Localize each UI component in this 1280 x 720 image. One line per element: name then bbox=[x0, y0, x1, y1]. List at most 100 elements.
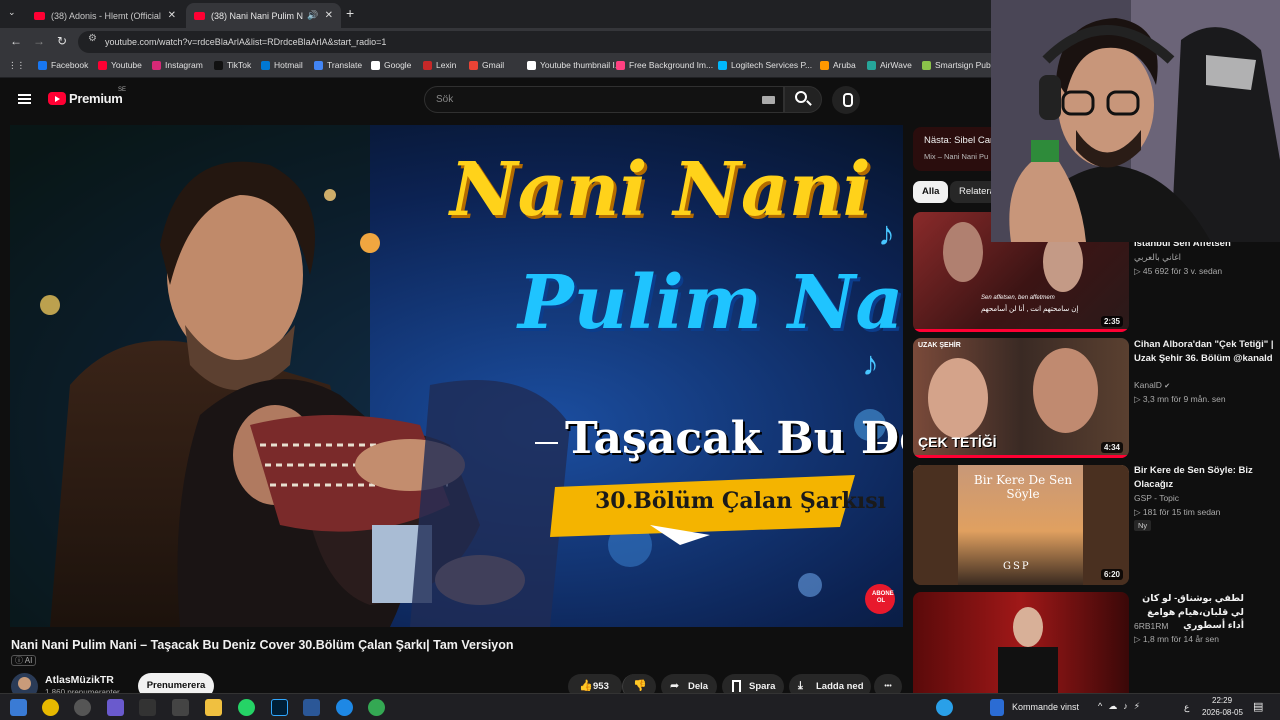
bookmark-favicon-icon bbox=[214, 60, 223, 70]
whatsapp-icon[interactable] bbox=[238, 699, 255, 716]
app3-icon[interactable] bbox=[303, 699, 320, 716]
close-icon[interactable]: ✕ bbox=[168, 10, 176, 21]
bookmark-item[interactable]: Translate bbox=[314, 60, 362, 70]
keyboard-icon[interactable] bbox=[762, 96, 775, 104]
youtube-logo-icon[interactable] bbox=[48, 92, 66, 105]
bookmark-favicon-icon bbox=[152, 60, 161, 70]
apps-icon[interactable]: ⋮⋮ bbox=[8, 60, 25, 71]
bookmark-favicon-icon bbox=[38, 60, 47, 70]
bookmark-item[interactable]: Lexin bbox=[423, 60, 456, 70]
bookmark-item[interactable]: Free Background Im... bbox=[616, 60, 713, 70]
rec-thumbnail-4[interactable] bbox=[913, 592, 1129, 693]
url-field[interactable]: youtube.com/watch?v=rdceBlaArlA&list=RDr… bbox=[78, 31, 1028, 53]
premium-logo-text[interactable]: Premium bbox=[69, 91, 123, 106]
microphone-icon[interactable] bbox=[832, 86, 860, 114]
thumb-line1: Nani Nani bbox=[450, 147, 871, 233]
video-player[interactable]: ♪ ♪ Nani Nani Pulim Nani Taşacak Bu Deni… bbox=[10, 125, 903, 627]
rec-2-toptext: UZAK ŞEHİR bbox=[918, 342, 961, 349]
tab-nani-nani[interactable]: (38) Nani Nani Pulim Nani 🔊 ✕ bbox=[186, 3, 341, 28]
bookmark-label: Logitech Services P... bbox=[731, 60, 813, 70]
taskbar-notification[interactable]: Kommande vinst bbox=[1012, 702, 1079, 712]
bookmark-label: Google bbox=[384, 60, 412, 70]
tab-search-icon[interactable]: ⌄ bbox=[8, 7, 16, 18]
bookmark-favicon-icon bbox=[423, 60, 432, 70]
rec-title-3[interactable]: Bir Kere de Sen Söyle: Biz Olacağız bbox=[1134, 464, 1274, 491]
rec-channel-4[interactable]: 6RB1RM bbox=[1134, 621, 1168, 631]
photoshop-icon[interactable] bbox=[271, 699, 288, 716]
notification-icon[interactable]: ▤ bbox=[1253, 700, 1263, 713]
taskbar-time[interactable]: 22:29 bbox=[1212, 696, 1232, 705]
duration-badge: 4:34 bbox=[1100, 442, 1123, 453]
svg-text:♪: ♪ bbox=[862, 345, 879, 383]
ai-badge[interactable]: ⓘ AI bbox=[11, 655, 37, 666]
bookmark-label: Translate bbox=[327, 60, 363, 70]
next-up-sub: Mix – Nani Nani Pu bbox=[924, 152, 989, 161]
bookmark-label: Smartsign Publi bbox=[935, 60, 995, 70]
bookmark-item[interactable]: Facebook bbox=[38, 60, 88, 70]
back-button[interactable]: ← bbox=[10, 34, 22, 48]
bookmark-label: Instagram bbox=[165, 60, 203, 70]
bookmark-label: Youtube thumbnail I... bbox=[540, 60, 622, 70]
bookmark-favicon-icon bbox=[261, 60, 270, 70]
bookmark-item[interactable]: Youtube bbox=[98, 60, 142, 70]
verified-icon: ✔ bbox=[1164, 383, 1171, 390]
search-input[interactable]: Sök bbox=[424, 86, 784, 113]
rec-title-2[interactable]: Cihan Albora'dan "Çek Tetiği" | Uzak Şeh… bbox=[1134, 338, 1274, 365]
bookmark-item[interactable]: Instagram bbox=[152, 60, 203, 70]
reload-button[interactable]: ↻ bbox=[57, 34, 67, 48]
bookmark-favicon-icon bbox=[469, 60, 478, 70]
bookmark-item[interactable]: Youtube thumbnail I... bbox=[527, 60, 622, 70]
rec-1-caption1: Sen affetsen, ben affetmem bbox=[981, 295, 1055, 301]
chip-all[interactable]: Alla bbox=[913, 181, 949, 203]
app2-icon[interactable] bbox=[172, 699, 189, 716]
next-up-label: Nästa: Sibel Can bbox=[924, 135, 996, 146]
youtube-favicon-icon bbox=[34, 11, 45, 20]
bookmark-item[interactable]: Hotmail bbox=[261, 60, 303, 70]
video-title: Nani Nani Pulim Nani – Taşacak Bu Deniz … bbox=[11, 638, 514, 652]
app4-icon[interactable] bbox=[336, 699, 353, 716]
obs-icon[interactable] bbox=[74, 699, 91, 716]
bookmark-item[interactable]: TikTok bbox=[214, 60, 251, 70]
chrome2-icon[interactable] bbox=[368, 699, 385, 716]
rec-thumbnail-3[interactable]: Bir Kere De Sen Söyle GSP 6:20 bbox=[913, 465, 1129, 585]
rec-channel-1[interactable]: اغاني بالعربي bbox=[1134, 252, 1181, 263]
bookmark-item[interactable]: Aruba bbox=[820, 60, 856, 70]
discord-icon[interactable] bbox=[107, 699, 124, 716]
thumb-line4: 30.Bölüm Çalan Şarkısı bbox=[595, 488, 886, 514]
bookmark-favicon-icon bbox=[616, 60, 625, 70]
bookmark-item[interactable]: Logitech Services P... bbox=[718, 60, 812, 70]
rec-channel-2[interactable]: KanalD ✔ bbox=[1134, 380, 1170, 390]
speaker-icon[interactable]: 🔊 bbox=[307, 10, 318, 21]
bookmark-label: Hotmail bbox=[274, 60, 303, 70]
windows-start-icon[interactable] bbox=[10, 699, 27, 716]
tab-adonis[interactable]: (38) Adonis - Hlemt (Official Vi ✕ bbox=[26, 3, 184, 28]
rec-thumbnail-2[interactable]: UZAK ŞEHİR ÇEK TETİĞİ 4:34 bbox=[913, 338, 1129, 458]
rec-channel-3[interactable]: GSP - Topic bbox=[1134, 493, 1179, 503]
duration-badge: 2:35 bbox=[1100, 316, 1123, 327]
bookmark-label: Youtube bbox=[111, 60, 142, 70]
app-icon[interactable] bbox=[139, 699, 156, 716]
forward-button[interactable]: → bbox=[33, 34, 45, 48]
bookmark-label: Gmail bbox=[482, 60, 505, 70]
rec-meta-4: ▷ 1,8 mn för 14 år sen bbox=[1134, 634, 1219, 644]
bookmark-item[interactable]: Google bbox=[371, 60, 411, 70]
copilot-icon[interactable] bbox=[936, 699, 953, 716]
site-info-icon[interactable]: ⚙ bbox=[88, 33, 97, 44]
taskbar-date[interactable]: 2026-08-05 bbox=[1202, 708, 1243, 717]
menu-icon[interactable] bbox=[18, 94, 31, 104]
bookmark-item[interactable]: Smartsign Publi bbox=[922, 60, 995, 70]
new-tab-button[interactable]: + bbox=[346, 5, 354, 21]
channel-name[interactable]: AtlasMüzikTR bbox=[45, 674, 114, 686]
keyboard-language[interactable]: ع bbox=[1184, 702, 1189, 713]
close-icon[interactable]: ✕ bbox=[325, 10, 333, 21]
bookmark-favicon-icon bbox=[371, 60, 380, 70]
bookmark-item[interactable]: Gmail bbox=[469, 60, 504, 70]
chrome-icon[interactable] bbox=[42, 699, 59, 716]
weather-icon[interactable] bbox=[990, 699, 1004, 716]
rec-3-brand: GSP bbox=[1003, 561, 1031, 572]
bookmark-label: Free Background Im... bbox=[629, 60, 714, 70]
bookmark-item[interactable]: AirWave bbox=[867, 60, 912, 70]
file-explorer-icon[interactable] bbox=[205, 699, 222, 716]
tray-icons[interactable]: ^☁♪⚡ bbox=[1098, 701, 1146, 712]
bookmark-favicon-icon bbox=[98, 60, 107, 70]
